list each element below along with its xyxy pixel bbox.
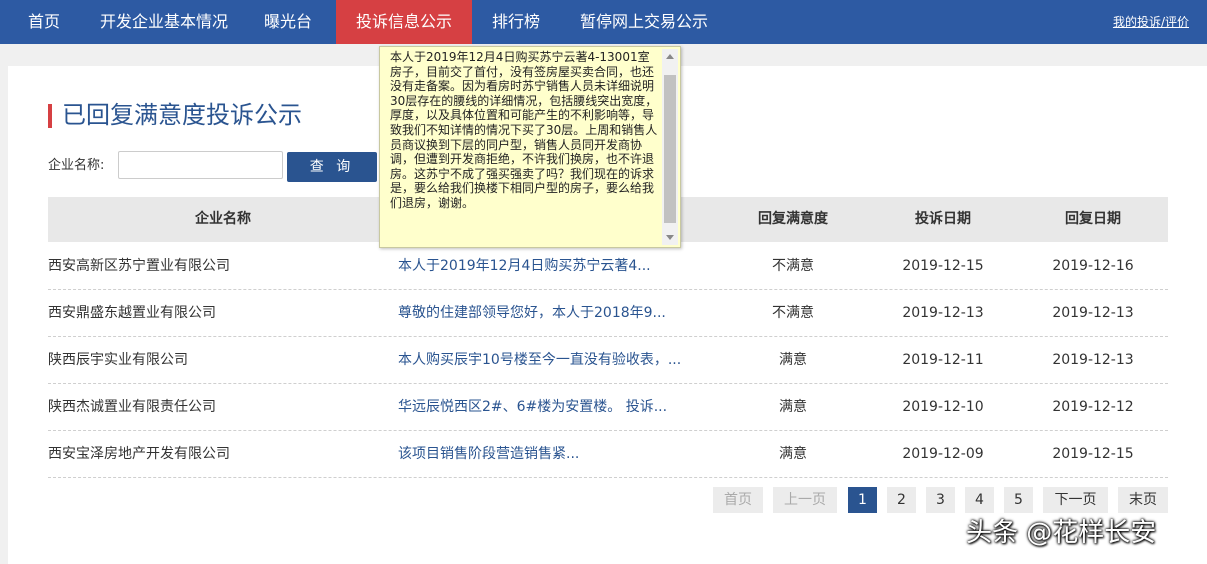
reply-date-cell: 2019-12-15 <box>1052 446 1134 462</box>
watermark: 头条 @花样长安 <box>966 518 1157 548</box>
query-button[interactable]: 查 询 <box>287 152 377 182</box>
pager-page-5[interactable]: 5 <box>1004 487 1033 513</box>
complaint-tooltip: 本人于2019年12月4日购买苏宁云著4-13001室房子，目前交了首付，没有签… <box>379 46 681 248</box>
nav-suspended-trading[interactable]: 暂停网上交易公示 <box>560 0 728 44</box>
nav-exposure[interactable]: 曝光台 <box>240 0 336 44</box>
complaint-date-cell: 2019-12-09 <box>902 446 984 462</box>
complaint-date-cell: 2019-12-10 <box>902 399 984 415</box>
complaint-date-cell: 2019-12-15 <box>902 258 984 274</box>
pager-prev-button[interactable]: 上一页 <box>773 487 837 513</box>
scrollbar-thumb[interactable] <box>664 75 676 223</box>
complaint-content-link[interactable]: 该项目销售阶段营造销售紧... <box>398 431 579 477</box>
table-row: 西安高新区苏宁置业有限公司 本人于2019年12月4日购买苏宁云著4... 不满… <box>48 243 1168 290</box>
satisfaction-cell: 不满意 <box>772 305 814 321</box>
complaint-date-cell: 2019-12-11 <box>902 352 984 368</box>
reply-date-cell: 2019-12-13 <box>1052 305 1134 321</box>
table-row: 陕西杰诚置业有限责任公司 华远辰悦西区2#、6#楼为安置楼。 投诉... 满意 … <box>48 384 1168 431</box>
header-satisfaction: 回复满意度 <box>758 211 828 227</box>
top-nav-bar: 首页 开发企业基本情况 曝光台 投诉信息公示 排行榜 暂停网上交易公示 我的投诉… <box>0 0 1207 44</box>
company-name-input[interactable] <box>118 151 283 179</box>
nav-ranking[interactable]: 排行榜 <box>472 0 560 44</box>
complaint-date-cell: 2019-12-13 <box>902 305 984 321</box>
my-complaints-link[interactable]: 我的投诉/评价 <box>1113 0 1189 44</box>
nav-complaint-info[interactable]: 投诉信息公示 <box>336 0 472 44</box>
company-name-label: 企业名称: <box>48 158 105 173</box>
scroll-up-icon[interactable] <box>666 54 674 59</box>
complaint-content-link[interactable]: 本人购买辰宇10号楼至今一直没有验收表，... <box>398 337 681 383</box>
reply-date-cell: 2019-12-16 <box>1052 258 1134 274</box>
satisfaction-cell: 满意 <box>779 399 807 415</box>
pager-last-button[interactable]: 末页 <box>1118 487 1168 513</box>
header-company: 企业名称 <box>195 211 251 227</box>
nav-developer-info[interactable]: 开发企业基本情况 <box>88 0 240 44</box>
company-cell: 西安高新区苏宁置业有限公司 <box>48 258 230 274</box>
table-row: 西安鼎盛东越置业有限公司 尊敬的住建部领导您好，本人于2018年9... 不满意… <box>48 290 1168 337</box>
table-row: 西安宝泽房地产开发有限公司 该项目销售阶段营造销售紧... 满意 2019-12… <box>48 431 1168 478</box>
tooltip-text: 本人于2019年12月4日购买苏宁云著4-13001室房子，目前交了首付，没有签… <box>390 50 658 210</box>
company-cell: 西安鼎盛东越置业有限公司 <box>48 305 216 321</box>
company-cell: 西安宝泽房地产开发有限公司 <box>48 446 230 462</box>
complaint-content-link[interactable]: 尊敬的住建部领导您好，本人于2018年9... <box>398 290 666 336</box>
header-reply-date: 回复日期 <box>1065 211 1121 227</box>
pager-page-1[interactable]: 1 <box>848 487 877 513</box>
pager-page-4[interactable]: 4 <box>965 487 994 513</box>
pager-page-3[interactable]: 3 <box>926 487 955 513</box>
table-row: 陕西辰宇实业有限公司 本人购买辰宇10号楼至今一直没有验收表，... 满意 20… <box>48 337 1168 384</box>
reply-date-cell: 2019-12-12 <box>1052 399 1134 415</box>
company-cell: 陕西杰诚置业有限责任公司 <box>48 399 216 415</box>
satisfaction-cell: 不满意 <box>772 258 814 274</box>
page-title: 已回复满意度投诉公示 <box>48 100 302 130</box>
pager-page-2[interactable]: 2 <box>887 487 916 513</box>
complaint-content-link[interactable]: 本人于2019年12月4日购买苏宁云著4... <box>398 243 651 289</box>
complaint-content-link[interactable]: 华远辰悦西区2#、6#楼为安置楼。 投诉... <box>398 384 667 430</box>
satisfaction-cell: 满意 <box>779 446 807 462</box>
pager-next-button[interactable]: 下一页 <box>1043 487 1108 513</box>
scroll-down-icon[interactable] <box>666 235 674 240</box>
company-cell: 陕西辰宇实业有限公司 <box>48 352 188 368</box>
reply-date-cell: 2019-12-13 <box>1052 352 1134 368</box>
satisfaction-cell: 满意 <box>779 352 807 368</box>
nav-home[interactable]: 首页 <box>0 0 88 44</box>
pager-first-button[interactable]: 首页 <box>713 487 763 513</box>
tooltip-scrollbar[interactable] <box>662 49 678 245</box>
header-complaint-date: 投诉日期 <box>915 211 971 227</box>
